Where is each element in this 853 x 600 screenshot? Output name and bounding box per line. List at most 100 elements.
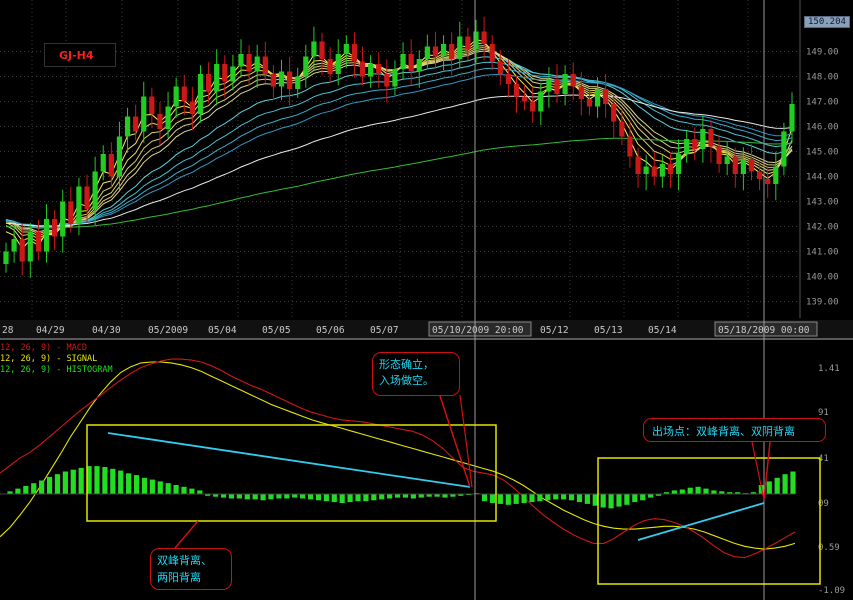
histogram-bar [442, 494, 448, 498]
histogram-bar [339, 494, 345, 503]
histogram-bar [300, 494, 306, 499]
candle-body [675, 154, 682, 174]
histogram-bar [276, 494, 282, 499]
time-tick-label: 05/13 [594, 325, 623, 336]
histogram-bar [173, 485, 179, 494]
candle-body [319, 41, 325, 59]
histogram-bar [39, 480, 45, 494]
histogram-bar [640, 494, 646, 501]
last-price-value: 150.204 [808, 17, 846, 27]
candle-body [530, 101, 536, 112]
chart-window: { "symbol_label": "GJ-H4", "last_price_l… [0, 0, 853, 600]
moving-average-line [5, 48, 793, 235]
candle-body [659, 164, 665, 177]
legend-histogram: 12, 26, 9) - HISTOGRAM [0, 365, 113, 375]
histogram-bar [616, 494, 622, 507]
candle-body [789, 104, 795, 132]
histogram-bar [394, 494, 401, 498]
time-tick-label: 05/14 [648, 325, 677, 336]
histogram-bar [648, 494, 654, 498]
histogram-bar [387, 494, 393, 499]
histogram-bar [110, 468, 116, 494]
candle-body [52, 219, 58, 237]
histogram-bar [347, 494, 353, 503]
candle-body [546, 79, 552, 92]
time-tick-label: 05/05 [262, 325, 291, 336]
candle-body [311, 41, 317, 57]
symbol-label-text: GJ-H4 [59, 49, 94, 62]
candle-body [351, 44, 358, 62]
candle-body [732, 156, 738, 174]
candle-body [376, 64, 382, 74]
histogram-bar [703, 488, 709, 494]
histogram-bar [94, 466, 100, 494]
indicator-tick-label: 91 [818, 408, 829, 418]
candle-body [359, 61, 366, 77]
candle-body [684, 139, 690, 154]
price-tick-label: 140.00 [806, 273, 839, 283]
candle-body [335, 54, 341, 74]
candle-body [214, 64, 220, 92]
candle-body [740, 159, 746, 174]
histogram-bar [624, 494, 630, 505]
histogram-bar [489, 494, 496, 503]
candle-body [586, 99, 593, 107]
histogram-bar [592, 494, 598, 506]
histogram-bar [228, 494, 235, 499]
moving-average-line [5, 74, 793, 227]
histogram-bar [553, 494, 559, 500]
histogram-bar [632, 494, 638, 503]
candle-body [505, 74, 511, 84]
candle-body [570, 74, 576, 87]
legend-signal: 12, 26, 9) - SIGNAL [0, 354, 98, 364]
histogram-bar [687, 487, 693, 494]
candle-body [287, 71, 293, 89]
moving-average-line [5, 137, 793, 229]
candle-body [449, 44, 455, 59]
histogram-bar [189, 488, 195, 494]
histogram-bar [521, 494, 527, 503]
candle-body [108, 154, 114, 177]
candle-body [238, 54, 244, 67]
histogram-bar [529, 494, 535, 503]
candle-body [424, 46, 430, 59]
time-tick-label: 05/07 [370, 325, 399, 336]
histogram-bar [23, 485, 29, 494]
histogram-bar [126, 473, 132, 494]
annotation-divergence-line2: 两阳背离 [157, 571, 201, 584]
price-tick-label: 142.00 [806, 223, 839, 233]
candle-body [368, 64, 374, 77]
indicator-tick-label: 0.59 [818, 543, 840, 553]
price-tick-label: 147.00 [806, 98, 839, 108]
histogram-bar [284, 494, 290, 499]
candle-body [748, 159, 755, 172]
candle-body [116, 136, 123, 177]
candle-body [473, 31, 479, 49]
histogram-bar [141, 477, 148, 494]
histogram-bar [307, 494, 314, 500]
histogram-bar [181, 486, 187, 494]
candle-body [465, 36, 471, 49]
annotation-exit-text: 出场点：双峰背离、双阴背离 [652, 425, 795, 438]
candle-body [35, 231, 42, 252]
price-tick-label: 144.00 [806, 173, 839, 183]
histogram-bar [46, 476, 53, 494]
candle-body [270, 74, 277, 87]
indicator-tick-label: -1.09 [818, 586, 845, 596]
candle-body [157, 114, 163, 129]
histogram-bar [149, 479, 155, 494]
candle-body [432, 46, 439, 57]
price-tick-label: 143.00 [806, 198, 839, 208]
candle-body [635, 156, 641, 174]
candle-body [60, 201, 66, 237]
histogram-bar [102, 467, 108, 494]
divergence-trendline-right [637, 502, 765, 541]
candle-body [611, 104, 617, 122]
candle-body [627, 136, 633, 157]
candle-body [416, 59, 422, 72]
candle-body [408, 54, 414, 72]
histogram-bar [315, 494, 322, 501]
histogram-bar [62, 471, 68, 494]
price-tick-label: 146.00 [806, 123, 839, 133]
histogram-bar [576, 494, 583, 503]
